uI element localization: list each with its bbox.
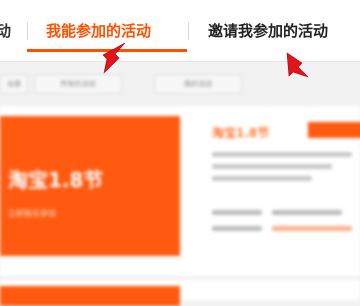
activity-card[interactable]: 淘宝1.8节 立即报名参加 淘宝1.8节 — [0, 106, 360, 276]
tab-invited-activities[interactable]: 邀请我参加的活动 — [208, 20, 328, 41]
activity-banner[interactable] — [0, 286, 180, 306]
blurred-content: 全部 所有的活动 我的活动 淘宝1.8节 立即报名参加 淘宝1.8节 — [0, 62, 360, 306]
activity-card[interactable] — [0, 280, 360, 306]
filter-chip[interactable]: 所有的活动 — [34, 74, 122, 94]
filter-row: 全部 所有的活动 我的活动 — [0, 70, 360, 98]
field-value — [272, 226, 352, 231]
filter-chip[interactable]: 我的活动 — [154, 74, 242, 94]
description-line — [212, 164, 332, 169]
description-line — [212, 152, 352, 157]
status-badge — [308, 122, 360, 138]
tab-my-eligible-activities[interactable]: 我能参加的活动 — [46, 20, 151, 41]
activity-banner[interactable]: 淘宝1.8节 立即报名参加 — [0, 116, 180, 256]
tab-separator — [27, 22, 28, 40]
field-value — [272, 210, 342, 215]
tab-separator — [188, 22, 189, 40]
banner-subtitle: 立即报名参加 — [8, 209, 56, 218]
banner-title: 淘宝1.8节 — [8, 168, 104, 192]
field-label — [212, 210, 262, 215]
filter-chip[interactable]: 全部 — [0, 74, 28, 94]
field-label — [212, 226, 262, 231]
description-line — [212, 176, 312, 181]
tab-partial[interactable]: 动 — [0, 20, 11, 41]
activity-title[interactable]: 淘宝1.8节 — [212, 124, 269, 141]
